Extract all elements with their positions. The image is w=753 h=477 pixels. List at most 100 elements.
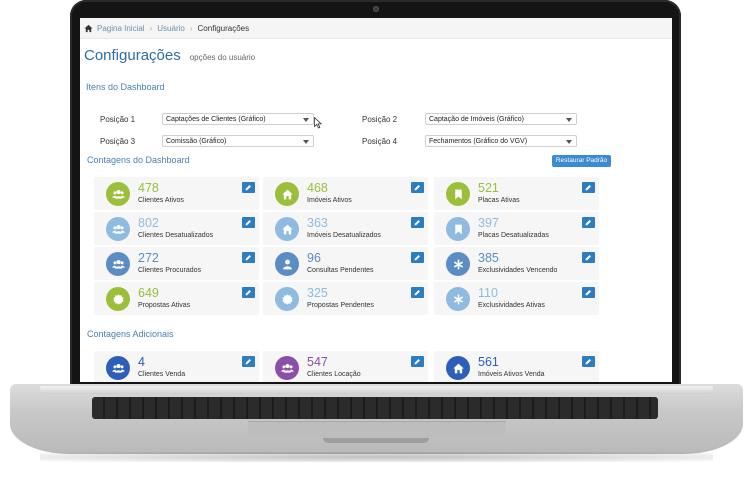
count-card: 561 Imóveis Ativos Venda bbox=[434, 351, 599, 382]
count-card-label: Clientes Venda bbox=[138, 371, 186, 378]
lid-notch bbox=[323, 438, 429, 443]
chevron-down-icon bbox=[303, 140, 309, 144]
count-card-value: 468 bbox=[307, 181, 328, 195]
position-4-label: Posição 4 bbox=[362, 137, 398, 146]
pencil-icon bbox=[245, 220, 251, 226]
pencil-icon bbox=[414, 185, 420, 191]
home-icon bbox=[84, 24, 93, 32]
count-card-label: Imóveis Desatualizados bbox=[307, 232, 381, 239]
count-card-icon-circle bbox=[275, 217, 299, 241]
count-card: 478 Clientes Ativos bbox=[94, 177, 259, 210]
pencil-icon bbox=[585, 255, 591, 261]
count-card-icon-circle bbox=[275, 287, 299, 311]
edit-button[interactable] bbox=[242, 287, 255, 298]
count-card-icon-circle bbox=[446, 217, 470, 241]
count-card-label: Clientes Procurados bbox=[138, 267, 202, 274]
count-card-value: 478 bbox=[138, 181, 159, 195]
count-card-value: 547 bbox=[307, 355, 328, 369]
count-card-label: Placas Ativas bbox=[478, 197, 520, 204]
count-card: 272 Clientes Procurados bbox=[94, 247, 259, 280]
position-1-select[interactable]: Captações de Clientes (Gráfico) bbox=[162, 113, 314, 125]
count-card-icon-circle bbox=[106, 182, 130, 206]
count-card: 363 Imóveis Desatualizados bbox=[263, 212, 428, 245]
position-2-select[interactable]: Captação de Imóveis (Gráfico) bbox=[425, 113, 577, 125]
position-2-value: Captação de Imóveis (Gráfico) bbox=[429, 116, 524, 123]
count-card-value: 385 bbox=[478, 251, 499, 265]
edit-button[interactable] bbox=[411, 182, 424, 193]
home-icon bbox=[452, 363, 464, 373]
count-card: 385 Exclusividades Vencendo bbox=[434, 247, 599, 280]
breadcrumb-users-link[interactable]: Usuário bbox=[157, 24, 185, 33]
edit-button[interactable] bbox=[582, 287, 595, 298]
breadcrumb-separator: › bbox=[149, 23, 153, 33]
count-card-icon-circle bbox=[275, 182, 299, 206]
pencil-icon bbox=[245, 255, 251, 261]
page-title: Configurações bbox=[84, 47, 181, 64]
page-header: Configurações opções do usuário bbox=[84, 47, 255, 64]
screen: Pagina Inicial › Usuário › Configurações… bbox=[80, 18, 672, 382]
bookmark-icon bbox=[454, 224, 462, 234]
position-3-select[interactable]: Comissão (Gráfico) bbox=[162, 135, 314, 147]
count-card-value: 325 bbox=[307, 286, 328, 300]
count-card-value: 272 bbox=[138, 251, 159, 265]
breadcrumb-separator: › bbox=[189, 23, 193, 33]
breadcrumb-current: Configurações bbox=[197, 23, 250, 33]
restore-defaults-button[interactable]: Restaurar Padrão bbox=[552, 155, 611, 167]
count-card-value: 4 bbox=[138, 355, 145, 369]
count-card: 547 Clientes Locação bbox=[263, 351, 428, 382]
chevron-down-icon bbox=[566, 140, 572, 144]
badge-icon bbox=[112, 293, 124, 305]
users-icon bbox=[111, 189, 125, 199]
asterisk-icon bbox=[453, 294, 463, 304]
edit-button[interactable] bbox=[411, 217, 424, 228]
count-card-label: Imóveis Ativos bbox=[307, 197, 352, 204]
count-card: 468 Imóveis Ativos bbox=[263, 177, 428, 210]
edit-button[interactable] bbox=[411, 287, 424, 298]
count-card-label: Exclusividades Ativas bbox=[478, 302, 545, 309]
position-4-select[interactable]: Fechamentos (Gráfico do VGV) bbox=[425, 135, 577, 147]
keyboard bbox=[92, 397, 658, 419]
pencil-icon bbox=[414, 290, 420, 296]
count-card: 96 Consultas Pendentes bbox=[263, 247, 428, 280]
edit-button[interactable] bbox=[242, 252, 255, 263]
edit-button[interactable] bbox=[582, 182, 595, 193]
edit-button[interactable] bbox=[582, 217, 595, 228]
pencil-icon bbox=[245, 290, 251, 296]
count-card-value: 649 bbox=[138, 286, 159, 300]
count-card-icon-circle bbox=[106, 252, 130, 276]
trackpad bbox=[248, 421, 506, 437]
laptop-shadow bbox=[40, 452, 713, 462]
section-title-dashboard-counts: Contagens do Dashboard bbox=[87, 155, 190, 165]
bookmark-icon bbox=[454, 189, 462, 199]
position-1-label: Posição 1 bbox=[100, 115, 136, 124]
edit-button[interactable] bbox=[582, 252, 595, 263]
count-card-label: Propostas Pendentes bbox=[307, 302, 374, 309]
edit-button[interactable] bbox=[411, 252, 424, 263]
count-card-icon-circle bbox=[446, 356, 470, 380]
count-card-icon-circle bbox=[106, 287, 130, 311]
edit-button[interactable] bbox=[242, 217, 255, 228]
count-card-value: 96 bbox=[307, 251, 321, 265]
chevron-down-icon bbox=[566, 118, 572, 122]
users-icon bbox=[111, 363, 125, 373]
edit-button[interactable] bbox=[411, 356, 424, 367]
home-icon bbox=[281, 224, 293, 234]
count-card: 325 Propostas Pendentes bbox=[263, 282, 428, 315]
edit-button[interactable] bbox=[242, 182, 255, 193]
count-card-label: Placas Desatualizadas bbox=[478, 232, 549, 239]
count-card: 802 Clientes Desatualizados bbox=[94, 212, 259, 245]
count-card-value: 561 bbox=[478, 355, 499, 369]
breadcrumb-home-link[interactable]: Pagina Inicial bbox=[97, 24, 145, 33]
camera bbox=[373, 6, 379, 12]
count-card-icon-circle bbox=[446, 287, 470, 311]
badge-icon bbox=[281, 293, 293, 305]
count-card-value: 397 bbox=[478, 216, 499, 230]
pencil-icon bbox=[585, 185, 591, 191]
count-card-icon-circle bbox=[275, 252, 299, 276]
edit-button[interactable] bbox=[582, 356, 595, 367]
users-icon bbox=[111, 224, 125, 234]
section-title-dashboard-items: Itens do Dashboard bbox=[86, 82, 165, 92]
count-card-icon-circle bbox=[275, 356, 299, 380]
count-card-label: Clientes Ativos bbox=[138, 197, 184, 204]
edit-button[interactable] bbox=[242, 356, 255, 367]
